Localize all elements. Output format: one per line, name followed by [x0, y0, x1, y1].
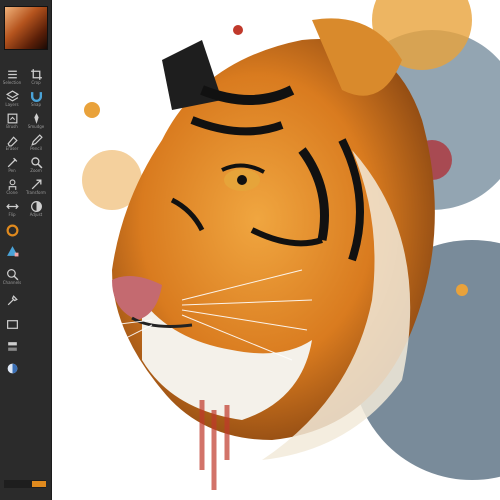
- tool-label-smudge: Smudge: [27, 124, 45, 129]
- zoom-slider[interactable]: [4, 480, 46, 488]
- tool-label-eraser: Eraser: [5, 146, 19, 151]
- tool-label-channels: Channels: [2, 280, 22, 285]
- shape-icon[interactable]: [1, 240, 23, 260]
- tool-label-adjust: Adjust: [29, 212, 43, 217]
- tiger-painting: [71, 0, 500, 490]
- frame-icon[interactable]: [1, 314, 23, 334]
- tool-label-pen: Pen: [8, 168, 16, 173]
- tool-label-snap: Snap: [30, 102, 42, 107]
- blend-icon[interactable]: [1, 358, 23, 378]
- tool-label-pencil: Pencil: [30, 146, 42, 151]
- artwork-canvas[interactable]: [52, 0, 500, 500]
- color-swatch[interactable]: [4, 6, 48, 50]
- tool-label-layers: Layers: [5, 102, 19, 107]
- layer-icon[interactable]: [1, 336, 23, 356]
- tool-label-brush: Brush: [6, 124, 18, 129]
- tool-label-transform: Transform: [26, 190, 46, 195]
- tool-label-clone: Clone: [6, 190, 18, 195]
- color-wheel-icon[interactable]: [1, 220, 23, 240]
- tool-label-flip: Flip: [8, 212, 16, 217]
- tools-sidebar: Selection Crop Layers Snap Brush Smudge …: [0, 0, 52, 500]
- tool-label-zoom: Zoom: [30, 168, 42, 173]
- eyedropper-icon[interactable]: [1, 290, 23, 310]
- tool-label-crop: Crop: [31, 80, 41, 85]
- tool-label-selection: Selection: [2, 80, 22, 85]
- zoom-slider-fill: [32, 481, 46, 487]
